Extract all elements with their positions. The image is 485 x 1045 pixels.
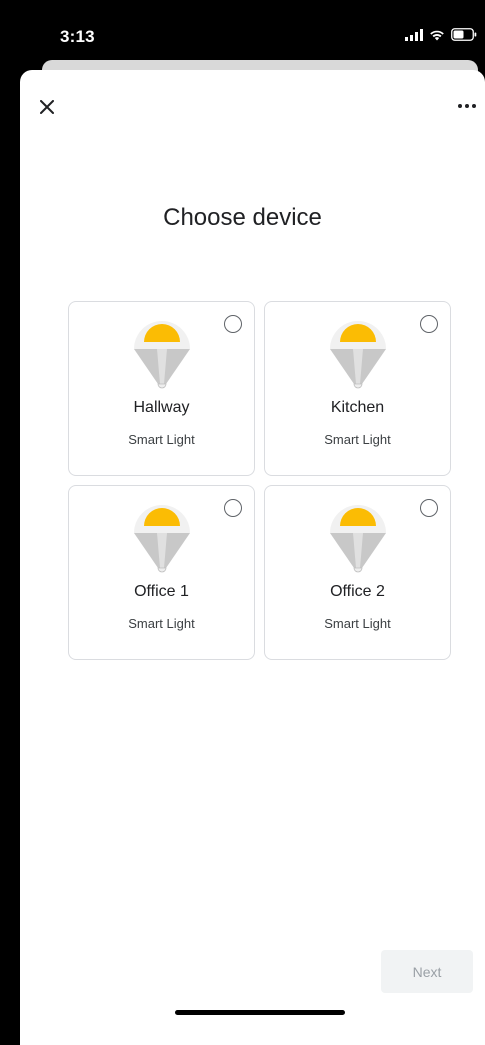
status-bar: 3:13 [0, 0, 485, 60]
page-title: Choose device [163, 204, 322, 231]
device-name: Hallway [133, 399, 190, 416]
light-bulb-icon [133, 505, 190, 573]
cellular-signal-icon [405, 28, 423, 41]
more-options-icon [458, 104, 476, 108]
device-type: Smart Light [324, 432, 391, 447]
light-bulb-icon [133, 321, 190, 389]
select-radio[interactable] [224, 315, 242, 333]
home-indicator [175, 1010, 345, 1015]
device-name: Kitchen [330, 399, 385, 416]
wifi-icon [430, 30, 444, 40]
select-radio[interactable] [420, 499, 438, 517]
device-card-hallway[interactable]: Hallway Smart Light [68, 301, 255, 476]
device-card-office-1[interactable]: Office 1 Smart Light [68, 485, 255, 660]
choose-device-sheet: Choose device Hallway Smart Light Kitche… [20, 70, 485, 1045]
more-options-button[interactable] [453, 96, 481, 116]
select-radio[interactable] [224, 499, 242, 517]
close-button[interactable] [36, 96, 58, 118]
device-type: Smart Light [128, 616, 195, 631]
light-bulb-icon [329, 321, 386, 389]
select-radio[interactable] [420, 315, 438, 333]
device-name: Office 1 [134, 583, 189, 600]
device-type: Smart Light [128, 432, 195, 447]
device-card-office-2[interactable]: Office 2 Smart Light [264, 485, 451, 660]
light-bulb-icon [329, 505, 386, 573]
battery-icon [451, 28, 477, 41]
next-button[interactable]: Next [381, 950, 473, 993]
device-name: Office 2 [330, 583, 385, 600]
device-card-kitchen[interactable]: Kitchen Smart Light [264, 301, 451, 476]
close-icon [40, 100, 54, 114]
device-grid: Hallway Smart Light Kitchen Smart Light [68, 301, 452, 660]
device-type: Smart Light [324, 616, 391, 631]
status-time: 3:13 [60, 27, 95, 46]
status-icons [405, 28, 477, 41]
